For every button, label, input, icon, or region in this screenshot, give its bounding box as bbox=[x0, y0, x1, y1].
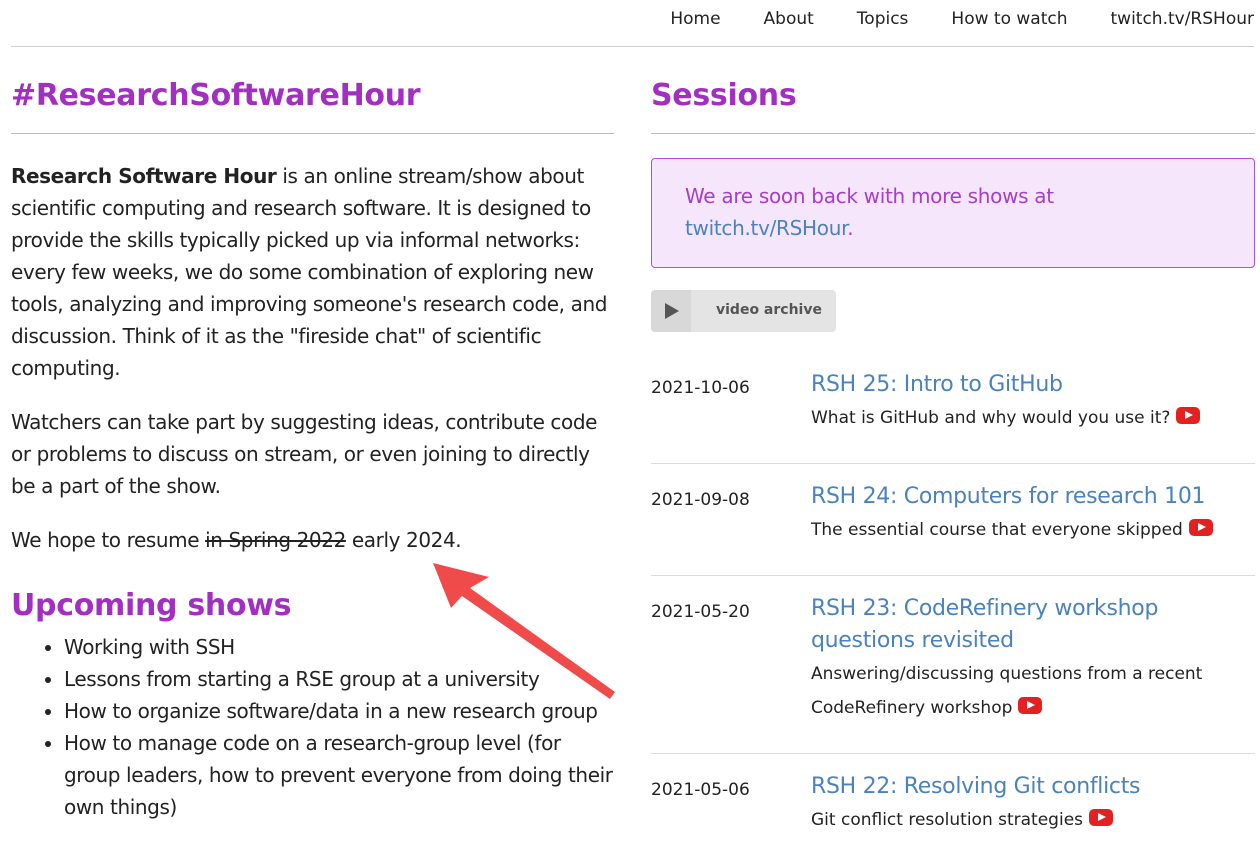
video-archive-button[interactable]: video archive bbox=[651, 290, 836, 332]
session-description: The essential course that everyone skipp… bbox=[811, 513, 1255, 547]
youtube-icon[interactable] bbox=[1176, 407, 1201, 424]
nav-home[interactable]: Home bbox=[670, 9, 720, 29]
youtube-icon[interactable] bbox=[1089, 809, 1114, 826]
session-item: 2021-05-20 RSH 23: CodeRefinery workshop… bbox=[651, 576, 1255, 754]
session-description-text: Git conflict resolution strategies bbox=[811, 810, 1084, 830]
upcoming-item: How to organize software/data in a new r… bbox=[64, 695, 614, 727]
resume-suffix: early 2024. bbox=[345, 528, 462, 552]
resume-struck-text: in Spring 2022 bbox=[205, 528, 346, 552]
intro-bold: Research Software Hour bbox=[11, 164, 277, 188]
session-body: RSH 24: Computers for research 101 The e… bbox=[811, 481, 1255, 547]
session-description: Answering/discussing questions from a re… bbox=[811, 657, 1241, 725]
nav-list: Home About Topics How to watch twitch.tv… bbox=[670, 9, 1254, 29]
session-title-link[interactable]: RSH 23: CodeRefinery workshop questions … bbox=[811, 596, 1158, 653]
session-item: 2021-05-06 RSH 22: Resolving Git conflic… bbox=[651, 754, 1255, 865]
play-icon-box bbox=[651, 290, 691, 332]
youtube-icon[interactable] bbox=[1188, 519, 1213, 536]
play-icon bbox=[665, 303, 679, 319]
participation-paragraph: Watchers can take part by suggesting ide… bbox=[11, 410, 598, 498]
intro-paragraph: Research Software Hour is an online stre… bbox=[11, 160, 614, 384]
session-body: RSH 23: CodeRefinery workshop questions … bbox=[811, 593, 1241, 725]
nav-twitch[interactable]: twitch.tv/RSHour bbox=[1111, 9, 1255, 29]
session-description: What is GitHub and why would you use it? bbox=[811, 401, 1255, 435]
youtube-icon[interactable] bbox=[1018, 697, 1043, 714]
upcoming-item: Lessons from starting a RSE group at a u… bbox=[64, 663, 614, 695]
session-date: 2021-05-06 bbox=[651, 780, 750, 800]
session-date: 2021-09-08 bbox=[651, 490, 750, 510]
notice-end: . bbox=[847, 216, 854, 240]
session-title-link[interactable]: RSH 25: Intro to GitHub bbox=[811, 372, 1063, 397]
site-title: #ResearchSoftwareHour bbox=[11, 78, 614, 134]
session-description-text: What is GitHub and why would you use it? bbox=[811, 408, 1171, 428]
session-body: RSH 25: Intro to GitHub What is GitHub a… bbox=[811, 369, 1255, 435]
resume-prefix: We hope to resume bbox=[11, 528, 206, 552]
intro-column: #ResearchSoftwareHour Research Software … bbox=[11, 78, 614, 823]
notice-twitch-link[interactable]: twitch.tv/RSHour bbox=[685, 216, 847, 240]
nav-topics[interactable]: Topics bbox=[857, 9, 909, 29]
session-item: 2021-10-06 RSH 25: Intro to GitHub What … bbox=[651, 352, 1255, 464]
video-archive-label: video archive bbox=[716, 302, 822, 318]
session-item: 2021-09-08 RSH 24: Computers for researc… bbox=[651, 464, 1255, 576]
session-title-link[interactable]: RSH 22: Resolving Git conflicts bbox=[811, 774, 1141, 799]
sessions-title: Sessions bbox=[651, 78, 1255, 134]
sessions-column: Sessions We are soon back with more show… bbox=[651, 78, 1255, 865]
resume-paragraph: We hope to resume in Spring 2022 early 2… bbox=[11, 524, 614, 556]
session-description-text: The essential course that everyone skipp… bbox=[811, 520, 1183, 540]
notice-text: We are soon back with more shows at bbox=[685, 184, 1054, 208]
upcoming-item: How to manage code on a research-group l… bbox=[64, 727, 614, 823]
session-date: 2021-10-06 bbox=[651, 378, 750, 398]
upcoming-list: Working with SSH Lessons from starting a… bbox=[11, 631, 614, 823]
nav-how-to-watch[interactable]: How to watch bbox=[951, 9, 1067, 29]
upcoming-title: Upcoming shows bbox=[11, 588, 292, 623]
top-nav: Home About Topics How to watch twitch.tv… bbox=[11, 0, 1254, 47]
upcoming-item: Working with SSH bbox=[64, 631, 614, 663]
intro-text: is an online stream/show about scientifi… bbox=[11, 164, 608, 380]
sessions-list: 2021-10-06 RSH 25: Intro to GitHub What … bbox=[651, 352, 1255, 865]
session-description-text: Answering/discussing questions from a re… bbox=[811, 664, 1203, 718]
session-title-link[interactable]: RSH 24: Computers for research 101 bbox=[811, 484, 1206, 509]
notice-box: We are soon back with more shows at twit… bbox=[651, 158, 1255, 268]
session-description: Git conflict resolution strategies bbox=[811, 803, 1255, 837]
nav-about[interactable]: About bbox=[764, 9, 814, 29]
session-date: 2021-05-20 bbox=[651, 602, 750, 622]
session-body: RSH 22: Resolving Git conflicts Git conf… bbox=[811, 771, 1255, 837]
